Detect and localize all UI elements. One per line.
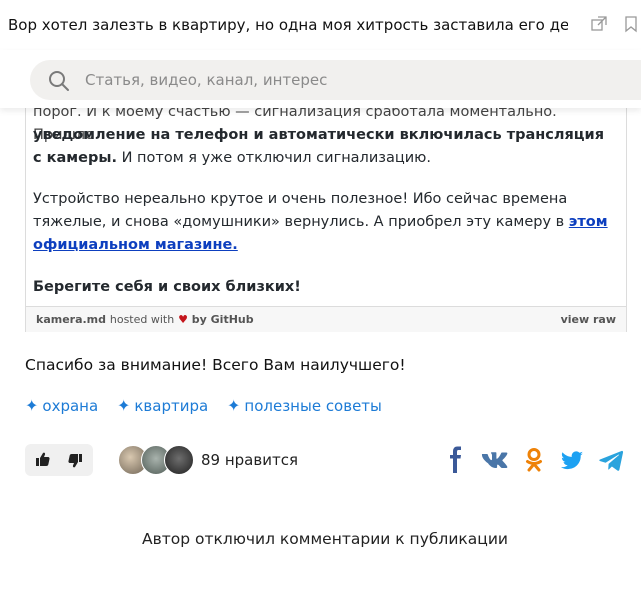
vk-share-button[interactable] xyxy=(480,446,508,474)
telegram-icon xyxy=(599,450,624,471)
facebook-icon xyxy=(450,446,461,473)
tag-list: ✦ охрана ✦ квартира ✦ полезные советы xyxy=(25,396,396,415)
heart-icon: ♥ xyxy=(178,313,188,326)
twitter-icon xyxy=(561,451,583,470)
bookmark-icon[interactable] xyxy=(622,15,640,33)
reaction-buttons xyxy=(25,444,93,476)
gist-paragraph-2: Устройство нереально крутое и очень поле… xyxy=(33,191,608,253)
search-input[interactable] xyxy=(85,60,585,100)
search-box[interactable] xyxy=(30,60,641,100)
search-icon xyxy=(48,70,70,92)
facebook-share-button[interactable] xyxy=(440,446,468,474)
twitter-share-button[interactable] xyxy=(558,446,586,474)
gist-paragraph-3: Берегите себя и своих близких! xyxy=(33,279,301,295)
like-count: 89 нравится xyxy=(201,451,298,469)
vk-icon xyxy=(481,452,508,468)
github-link[interactable]: by GitHub xyxy=(192,313,254,326)
avatar xyxy=(164,445,194,475)
view-raw-link[interactable]: view raw xyxy=(561,313,616,326)
tag-link[interactable]: ✦ квартира xyxy=(117,396,208,415)
sparkle-icon: ✦ xyxy=(116,396,131,415)
comments-disabled-notice: Автор отключил комментарии к публикации xyxy=(142,530,508,548)
dislike-button[interactable] xyxy=(59,444,93,476)
liker-avatars[interactable] xyxy=(118,445,198,475)
gist-regular-text: И потом я уже отключил сигнализацию. xyxy=(116,150,431,166)
gist-content: порог. И к моему счастью — сигнализация … xyxy=(26,90,626,306)
thumbs-down-icon xyxy=(68,454,82,468)
open-external-icon[interactable] xyxy=(590,15,608,33)
sparkle-icon: ✦ xyxy=(25,396,39,415)
browser-tab-bar: Вор хотел залезть в квартиру, но одна мо… xyxy=(0,0,641,51)
thumbs-up-icon xyxy=(36,452,50,466)
gist-footer: kamera.md hosted with ♥ by GitHub view r… xyxy=(26,306,626,332)
odnoklassniki-icon xyxy=(526,448,542,472)
gist-paragraph-1: уведомление на телефон и автоматически в… xyxy=(33,124,613,170)
gist-file-link[interactable]: kamera.md xyxy=(36,313,106,326)
telegram-share-button[interactable] xyxy=(597,446,625,474)
search-bar-container xyxy=(0,50,641,108)
like-button[interactable] xyxy=(25,444,59,476)
ok-share-button[interactable] xyxy=(520,446,548,474)
tag-link[interactable]: ✦ полезные советы xyxy=(227,396,382,415)
tab-title[interactable]: Вор хотел залезть в квартиру, но одна мо… xyxy=(8,15,568,35)
tag-link[interactable]: ✦ охрана xyxy=(25,396,98,415)
sparkle-icon: ✦ xyxy=(226,396,241,415)
closing-text: Спасибо за внимание! Всего Вам наилучшег… xyxy=(25,356,406,374)
embedded-gist: порог. И к моему счастью — сигнализация … xyxy=(25,90,627,332)
